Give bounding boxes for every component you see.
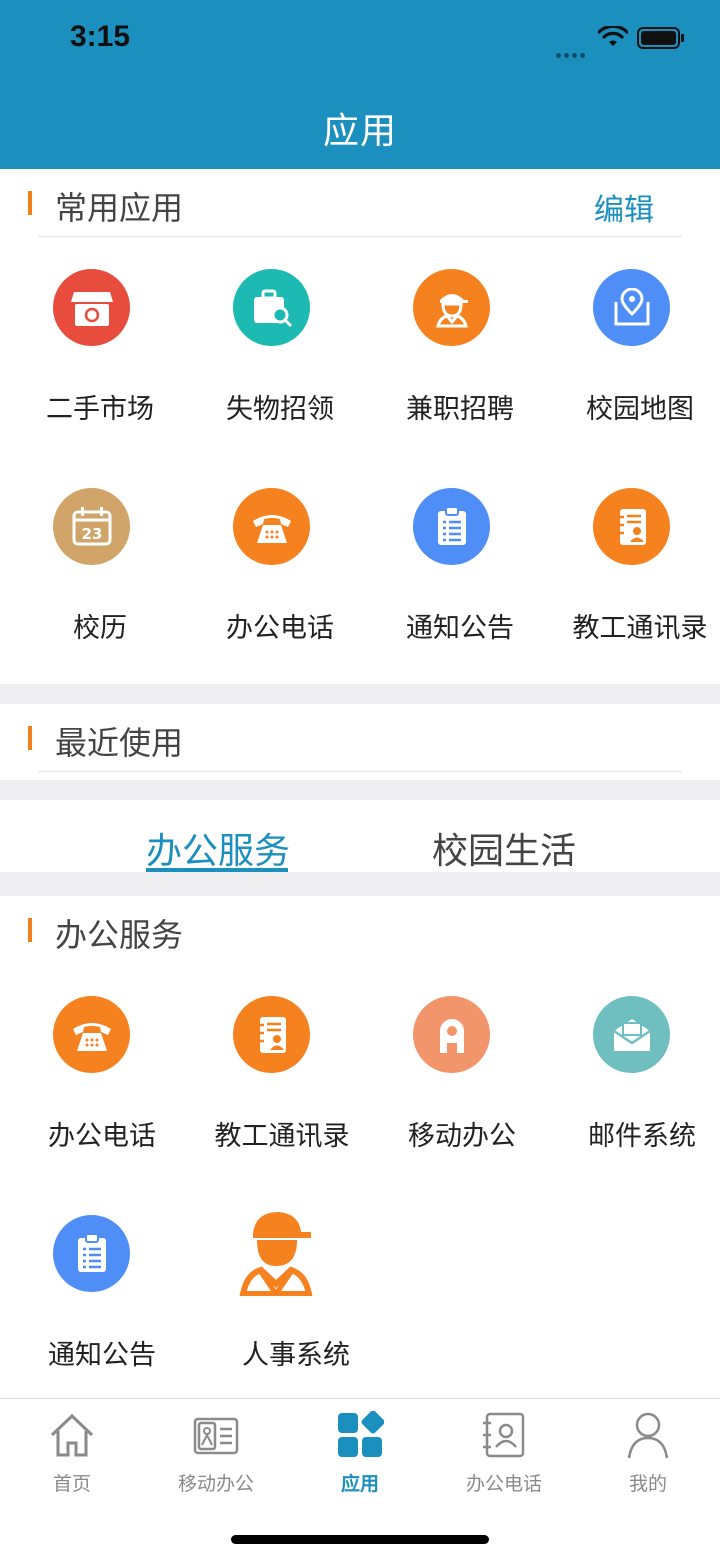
section-gap [0,780,720,800]
battery-icon [637,27,684,49]
tabbar-label: 应用 [340,1473,379,1495]
status-time: 3:15 [70,20,131,53]
phonebook-icon [432,1409,576,1461]
section-marker [28,726,32,750]
app-notices[interactable]: 通知公告 [39,1215,219,1395]
section-title: 常用应用 [55,189,184,227]
app-label: 通知公告 [48,1340,156,1371]
app-label: 教工通讯录 [572,613,708,644]
section-title: 办公服务 [55,916,184,954]
cellular-signal-icon [556,43,588,62]
shop-icon [53,269,130,346]
common-apps-header: 常用应用 编辑 [0,169,720,237]
app-label: 二手市场 [46,394,154,425]
category-tabs: 办公服务 校园生活 [0,800,720,872]
app-label: 教工通讯录 [214,1121,350,1152]
app-label: 移动办公 [408,1121,516,1152]
app-label: 失物招领 [226,394,334,425]
app-label: 校历 [73,613,127,644]
app-personnel-system[interactable]: 人事系统 [219,1210,399,1390]
tabbar-label: 我的 [628,1473,667,1495]
worker-icon [413,269,490,346]
app-label: 办公电话 [48,1121,156,1152]
page-title: 应用 [322,111,397,152]
id-card-icon [144,1409,288,1461]
app-label: 人事系统 [242,1340,350,1371]
section-marker [28,191,32,215]
telephone-icon [53,996,130,1073]
tabbar-label: 首页 [52,1473,91,1495]
app-header: 3:15 应用 [0,0,720,169]
wifi-icon [598,26,628,46]
app-label: 通知公告 [406,613,514,644]
clipboard-icon [413,488,490,565]
lost-found-bag-icon [233,269,310,346]
app-label: 校园地图 [586,394,694,425]
person-icon [576,1409,720,1461]
divider [38,236,682,237]
home-icon [0,1409,144,1461]
tabbar-office-phone[interactable]: 办公电话 [432,1409,576,1496]
map-pin-icon [593,269,670,346]
app-label: 办公电话 [226,613,334,644]
tab-office-services[interactable]: 办公服务 [146,822,290,874]
apps-grid-icon [288,1409,432,1461]
divider [38,771,682,772]
mail-icon [593,996,670,1073]
app-campus-map[interactable]: 校园地图 [579,269,720,449]
tabbar-home[interactable]: 首页 [0,1409,144,1496]
section-title: 最近使用 [55,724,184,762]
app-mail-system[interactable]: 邮件系统 [579,996,720,1176]
tabbar-mine[interactable]: 我的 [576,1409,720,1496]
tabbar-label: 移动办公 [177,1473,254,1495]
office-services-header: 办公服务 [0,896,720,964]
section-gap [0,684,720,704]
home-indicator[interactable] [231,1535,489,1544]
app-staff-directory[interactable]: 教工通讯录 [573,488,720,668]
contacts-book-icon [593,488,670,565]
telephone-icon [233,488,310,565]
app-label: 邮件系统 [588,1121,696,1152]
tabbar-label: 办公电话 [465,1473,542,1495]
edit-button[interactable]: 编辑 [594,185,654,229]
calendar-icon: 23 [53,488,130,565]
section-marker [28,918,32,942]
contacts-book-icon [233,996,310,1073]
section-gap [0,872,720,897]
tabbar-apps[interactable]: 应用 [288,1409,432,1496]
personnel-worker-icon [239,1210,313,1296]
tab-campus-life[interactable]: 校园生活 [432,822,576,874]
recent-header: 最近使用 [0,704,720,772]
app-label: 兼职招聘 [406,394,514,425]
svg-text:23: 23 [81,525,102,543]
clipboard-icon [53,1215,130,1292]
mobile-office-icon [413,996,490,1073]
tabbar-mobile-office[interactable]: 移动办公 [144,1409,288,1496]
